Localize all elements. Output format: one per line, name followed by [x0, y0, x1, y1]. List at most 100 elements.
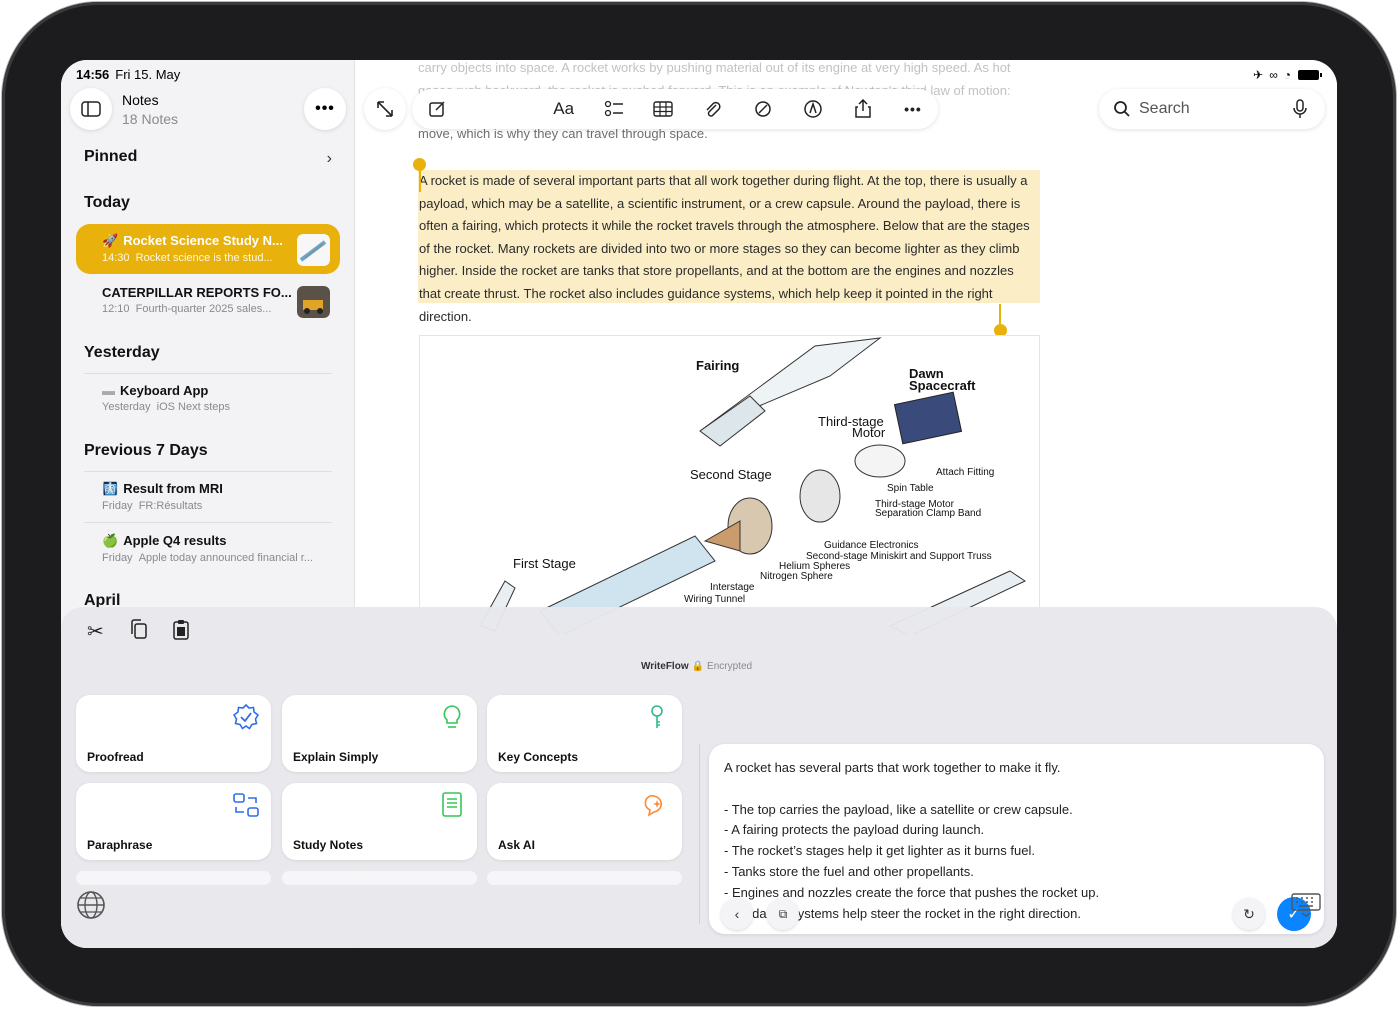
wifi-icon: ◔	[1283, 68, 1291, 82]
note-preview: Fourth-quarter 2025 sales...	[135, 303, 272, 315]
ai-result-text[interactable]: A rocket has several parts that work tog…	[724, 758, 1314, 924]
section-previous-7-days: Previous 7 Days	[84, 442, 208, 459]
status-date: Fri 15. May	[115, 67, 181, 82]
action-explain-simply-button[interactable]: Explain Simply	[282, 695, 477, 772]
previous-result-button[interactable]: ‹	[721, 898, 753, 930]
attachment-button[interactable]	[688, 100, 738, 118]
diagram-label-sep2: Separation Clamp Band	[875, 508, 982, 519]
copy-button[interactable]	[129, 619, 149, 647]
battery-icon	[1298, 70, 1322, 80]
chat-sparkle-icon	[644, 795, 663, 817]
note-preview: Rocket science is the stud...	[135, 252, 273, 264]
action-label: Proofread	[87, 750, 144, 764]
diagram-label-spin: Spin Table	[887, 483, 934, 494]
format-toolbar: Aa •••	[412, 89, 938, 129]
paste-icon	[173, 620, 189, 640]
chevron-right-icon[interactable]: ›	[327, 150, 332, 168]
note-thumbnail	[297, 286, 330, 318]
copy-result-button[interactable]: ⧉	[767, 898, 799, 930]
checkmark-seal-icon	[233, 704, 259, 730]
action-proofread-button[interactable]: Proofread	[76, 695, 271, 772]
markup-button[interactable]	[738, 99, 788, 119]
toolbar-more-button[interactable]: •••	[888, 101, 938, 117]
paste-button[interactable]	[171, 619, 191, 647]
share-icon	[855, 99, 871, 118]
action-paraphrase-button[interactable]: Paraphrase	[76, 783, 271, 860]
apple-icon: 🍏	[102, 533, 119, 548]
xray-icon: 🩻	[102, 481, 119, 496]
keyboard-brand: WriteFlow 🔒 Encrypted	[641, 661, 753, 672]
share-button[interactable]	[838, 99, 888, 119]
pencil-tool-button[interactable]	[788, 99, 838, 119]
action-study-notes-button[interactable]: Study Notes	[282, 783, 477, 860]
note-title: Result from MRI	[123, 481, 223, 496]
diagram-label-second-stage: Second Stage	[690, 467, 772, 482]
sidebar-icon	[81, 101, 101, 117]
note-time: Friday	[102, 552, 133, 564]
note-item-apple[interactable]: 🍏 Apple Q4 results Friday Apple today ann…	[76, 524, 340, 574]
action-key-concepts-button[interactable]: Key Concepts	[487, 695, 682, 772]
note-time: 12:10	[102, 303, 130, 315]
paperclip-icon	[706, 101, 721, 117]
compose-button[interactable]	[412, 100, 462, 118]
writeflow-keyboard: ✂ WriteFlow 🔒 Encrypted Proofread Explain …	[61, 607, 1337, 948]
brand-status: Encrypted	[707, 661, 753, 672]
status-clock: 14:56 Fri 15. May	[76, 67, 181, 82]
action-card-partial	[487, 871, 682, 885]
table-button[interactable]	[639, 100, 689, 118]
keyboard-dismiss-icon	[1291, 893, 1321, 917]
note-item-caterpillar[interactable]: CATERPILLAR REPORTS FO... 12:10 Fourth-q…	[76, 276, 340, 326]
regenerate-button[interactable]: ↻	[1233, 898, 1265, 930]
action-label: Explain Simply	[293, 750, 379, 764]
action-card-partial	[282, 871, 477, 885]
diagram-label-wiring: Wiring Tunnel	[684, 594, 746, 605]
action-label: Study Notes	[293, 838, 364, 852]
search-icon	[1114, 101, 1130, 117]
action-label: Paraphrase	[87, 838, 153, 852]
section-yesterday: Yesterday	[84, 344, 160, 361]
sidebar-toggle-button[interactable]	[70, 88, 112, 130]
note-title: Apple Q4 results	[123, 533, 227, 548]
key-icon	[651, 705, 663, 728]
diagram-label-first-stage: First Stage	[513, 556, 576, 571]
note-thumbnail	[297, 234, 330, 266]
action-label: Key Concepts	[498, 750, 579, 764]
ellipsis-icon: •••	[904, 101, 922, 117]
selected-paragraph[interactable]: A rocket is made of several important pa…	[419, 170, 1039, 328]
more-options-button[interactable]: •••	[304, 88, 346, 130]
lock-icon: 🔒	[691, 661, 705, 672]
expand-button[interactable]	[364, 88, 406, 130]
note-item-rocket[interactable]: 🚀 Rocket Science Study N... 14:30 Rocket …	[76, 224, 340, 274]
text-format-button[interactable]: Aa	[539, 99, 589, 119]
selection-end-caret	[999, 304, 1001, 326]
dismiss-keyboard-button[interactable]	[1291, 893, 1321, 922]
checklist-button[interactable]	[589, 100, 639, 118]
scissors-icon: ✂	[87, 621, 104, 643]
diagram-label-attach: Attach Fitting	[936, 467, 995, 478]
section-pinned[interactable]: Pinned	[84, 148, 137, 166]
note-item-mri[interactable]: 🩻 Result from MRI Friday FR:Résultats	[76, 472, 340, 522]
diagram-label-nitrogen: Nitrogen Sphere	[760, 571, 833, 582]
note-time: Yesterday	[102, 401, 151, 413]
link-icon: ∞	[1269, 68, 1278, 82]
diagram-label-spacecraft: Spacecraft	[909, 378, 976, 393]
note-preview: FR:Résultats	[138, 500, 203, 512]
swap-icon	[233, 793, 259, 817]
rocket-diagram-image: Fairing Dawn Spacecraft Third-stage Moto…	[419, 335, 1040, 635]
microphone-icon[interactable]	[1293, 99, 1307, 119]
diagram-label-guidance: Guidance Electronics	[824, 540, 919, 551]
book-icon	[442, 792, 462, 817]
app-title: Notes	[122, 92, 159, 108]
search-field[interactable]: Search	[1099, 89, 1325, 129]
ellipsis-icon: •••	[315, 100, 335, 117]
note-time: 14:30	[102, 252, 130, 264]
globe-button[interactable]	[76, 890, 106, 925]
action-label: Ask AI	[498, 838, 535, 852]
cut-button[interactable]: ✂	[87, 619, 104, 644]
note-item-keyboard[interactable]: ▬ Keyboard App Yesterday iOS Next steps	[76, 374, 340, 424]
note-title: Rocket Science Study N...	[123, 233, 283, 248]
rocket-icon: 🚀	[102, 233, 119, 248]
action-ask-ai-button[interactable]: Ask AI	[487, 783, 682, 860]
airplane-icon: ✈	[1253, 68, 1264, 82]
ai-result-panel: A rocket has several parts that work tog…	[709, 744, 1324, 934]
